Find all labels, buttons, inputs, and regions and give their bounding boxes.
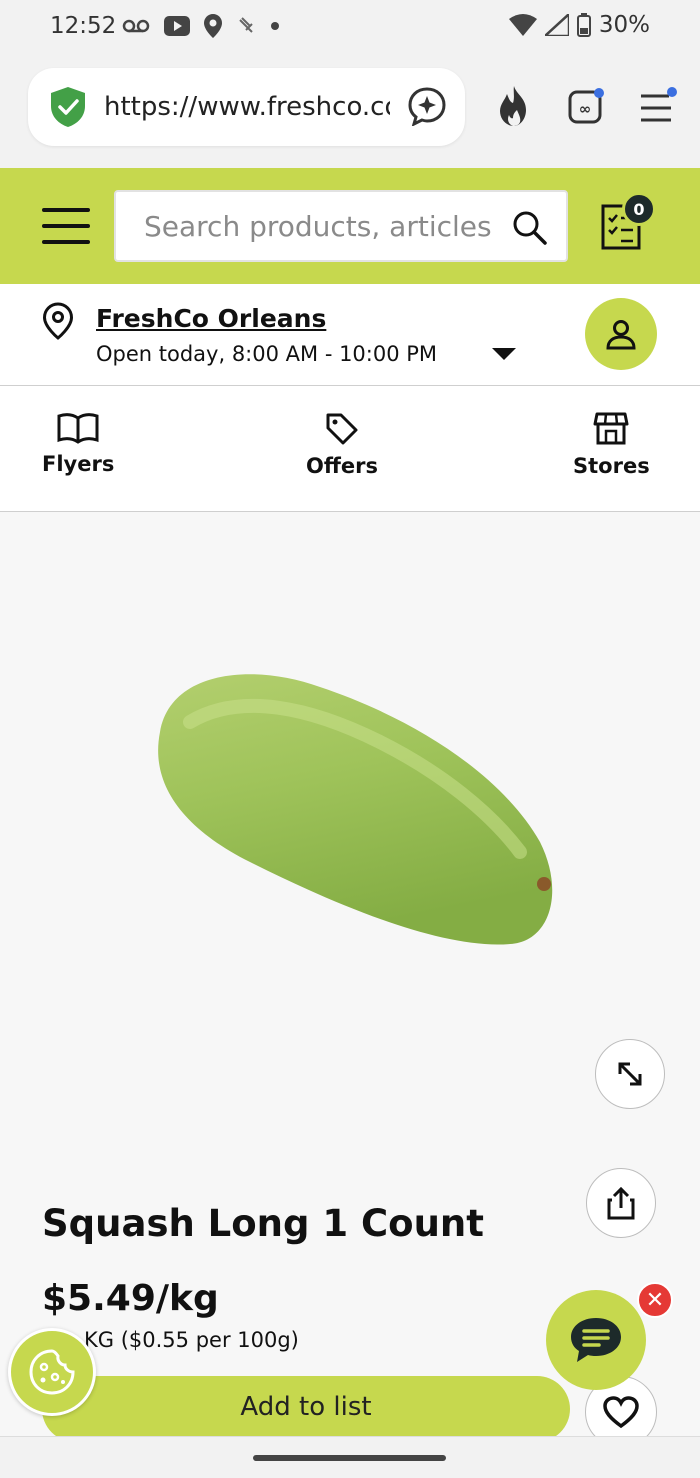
product-price: $5.49/kg [42, 1278, 219, 1319]
book-icon [57, 413, 99, 444]
status-time: 12:52 [50, 13, 117, 39]
battery-percent: 30% [598, 12, 650, 38]
nav-offers[interactable]: Offers [306, 412, 378, 478]
expand-icon [618, 1062, 642, 1086]
location-icon [204, 14, 222, 38]
search-box[interactable] [114, 190, 568, 262]
home-gesture-handle[interactable] [253, 1455, 446, 1461]
nav-stores-label: Stores [573, 454, 650, 478]
youtube-icon [164, 16, 190, 36]
product-image[interactable] [140, 662, 570, 962]
expand-image-button[interactable] [595, 1039, 665, 1109]
accessibility-icon [239, 17, 253, 33]
share-button[interactable] [586, 1168, 656, 1238]
fire-icon[interactable] [496, 86, 532, 126]
cookie-settings-button[interactable] [8, 1328, 96, 1416]
url-text[interactable]: https://www.freshco.com [104, 92, 390, 122]
browser-menu-icon[interactable] [639, 86, 677, 126]
shield-icon [51, 87, 85, 127]
chat-icon [571, 1318, 621, 1362]
status-icons-left [122, 14, 280, 38]
nav-offers-label: Offers [306, 454, 378, 478]
wifi-icon [508, 14, 537, 36]
tag-icon [326, 413, 358, 445]
cart-count-badge: 0 [622, 192, 656, 226]
url-bar[interactable]: https://www.freshco.com [28, 68, 465, 146]
voicemail-icon [122, 19, 150, 33]
battery-icon [576, 13, 591, 37]
account-button[interactable] [585, 298, 657, 370]
svg-text:∞: ∞ [579, 100, 592, 118]
add-to-list-button[interactable]: Add to list [42, 1376, 570, 1442]
nav-flyers[interactable]: Flyers [42, 412, 114, 476]
tab-switcher-icon[interactable]: ∞ [568, 86, 606, 126]
ai-assistant-icon[interactable] [407, 86, 447, 126]
nav-flyers-label: Flyers [42, 452, 115, 476]
site-header: 0 [0, 168, 700, 284]
search-input[interactable] [144, 210, 496, 243]
menu-icon[interactable] [42, 208, 90, 244]
share-icon [607, 1186, 635, 1220]
browser-toolbar: https://www.freshco.com ∞ [0, 56, 700, 168]
location-pin-icon [42, 302, 74, 340]
unit-price: KG ($0.55 per 100g) [84, 1328, 299, 1352]
search-icon[interactable] [512, 210, 548, 246]
close-chat-button[interactable]: ✕ [637, 1282, 673, 1318]
signal-icon [544, 14, 569, 36]
cookie-icon [29, 1349, 75, 1395]
store-name-link[interactable]: FreshCo Orleans [96, 304, 326, 333]
heart-icon [603, 1396, 639, 1429]
storefront-icon [593, 412, 629, 445]
status-bar: 12:52 30% [0, 0, 700, 56]
product-title: Squash Long 1 Count [42, 1202, 484, 1245]
status-icons-right: 30% [508, 12, 650, 38]
quick-nav: Flyers Offers Stores [0, 386, 700, 512]
navigation-bar [0, 1436, 700, 1478]
product-section: Squash Long 1 Count $5.49/kg KG ($0.55 p… [0, 512, 700, 1448]
dot-icon [271, 22, 279, 30]
store-selector[interactable]: FreshCo Orleans Open today, 8:00 AM - 10… [0, 284, 700, 386]
store-hours: Open today, 8:00 AM - 10:00 PM [96, 342, 438, 366]
chat-button[interactable] [546, 1290, 646, 1390]
nav-stores[interactable]: Stores [573, 412, 650, 478]
user-icon [606, 320, 636, 350]
chevron-down-icon[interactable] [492, 348, 516, 360]
